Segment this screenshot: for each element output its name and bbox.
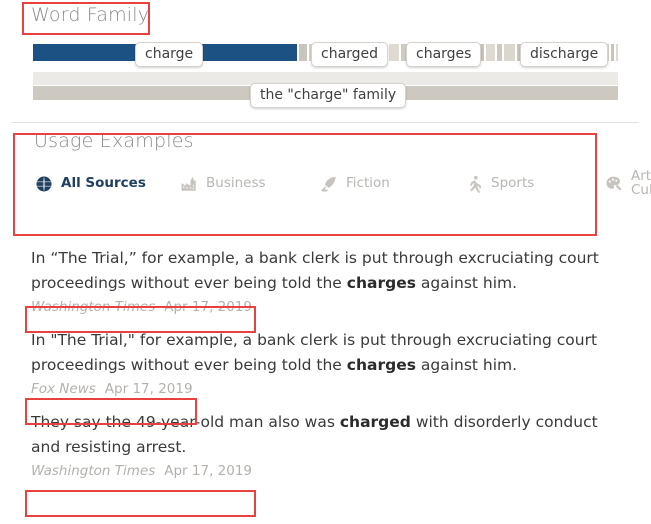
word-family-section: Word Family charge charged charges discharg… xyxy=(0,0,651,122)
example-source[interactable]: Washington Times xyxy=(31,299,155,315)
palette-icon xyxy=(604,175,623,194)
section-divider xyxy=(12,122,639,123)
tab-arts-culture[interactable]: Arts / Culture xyxy=(604,168,651,198)
word-family-title: Word Family xyxy=(31,4,150,26)
word-family-segment[interactable] xyxy=(504,44,515,61)
usage-example: In "The Trial," for example, a bank cler… xyxy=(31,328,631,398)
tab-business[interactable]: Business xyxy=(179,170,319,198)
example-keyword: charges xyxy=(346,274,416,292)
word-family-label-the-charge-family[interactable]: the "charge" family xyxy=(250,83,407,108)
example-text-post: against him. xyxy=(415,356,518,374)
example-sentence: In "The Trial," for example, a bank cler… xyxy=(31,328,631,378)
word-family-label-charged[interactable]: charged xyxy=(311,42,389,67)
example-keyword: charges xyxy=(346,356,416,374)
word-family-label-charge[interactable]: charge xyxy=(135,42,204,67)
tab-fiction[interactable]: Fiction xyxy=(319,170,464,198)
tab-label: Sports xyxy=(491,174,535,191)
word-family-segment[interactable] xyxy=(389,44,399,61)
word-family-segment[interactable] xyxy=(486,44,495,61)
word-family-segment[interactable] xyxy=(611,44,614,61)
usage-example: They say the 49-year-old man also was ch… xyxy=(31,410,631,480)
quill-icon xyxy=(319,175,338,194)
tab-sports[interactable]: Sports xyxy=(464,170,604,198)
example-citation: Washington Times Apr 17, 2019 xyxy=(31,299,252,315)
example-text-post: against him. xyxy=(415,274,518,292)
example-sentence: They say the 49-year-old man also was ch… xyxy=(31,410,631,460)
word-family-segment[interactable] xyxy=(497,44,502,61)
example-source[interactable]: Fox News xyxy=(31,381,96,397)
tab-label: All Sources xyxy=(61,174,146,191)
example-citation: Washington Times Apr 17, 2019 xyxy=(31,463,252,479)
tab-all-sources[interactable]: All Sources xyxy=(34,170,179,198)
annotation-source-3 xyxy=(25,490,256,517)
source-category-tabs: All Sources Business Fiction Sports Arts / C… xyxy=(34,169,651,198)
usage-examples-list: In “The Trial,” for example, a bank cler… xyxy=(31,246,631,492)
example-sentence: In “The Trial,” for example, a bank cler… xyxy=(31,246,631,296)
word-family-segment[interactable] xyxy=(299,44,307,61)
example-text-pre: They say the 49-year-old man also was xyxy=(31,413,340,431)
tab-label: Arts / Culture xyxy=(631,168,651,198)
word-family-label-discharge[interactable]: discharge xyxy=(520,42,609,67)
example-keyword: charged xyxy=(339,413,411,431)
example-citation: Fox News Apr 17, 2019 xyxy=(31,381,193,397)
example-date: Apr 17, 2019 xyxy=(164,299,253,315)
example-source[interactable]: Washington Times xyxy=(31,463,155,479)
usage-examples-title: Usage Examples xyxy=(34,130,194,152)
globe-icon xyxy=(34,175,53,194)
example-date: Apr 17, 2019 xyxy=(164,463,253,479)
runner-icon xyxy=(464,175,483,194)
usage-example: In “The Trial,” for example, a bank cler… xyxy=(31,246,631,316)
tab-label: Business xyxy=(206,174,266,191)
word-family-label-charges[interactable]: charges xyxy=(406,42,482,67)
example-date: Apr 17, 2019 xyxy=(104,381,193,397)
factory-icon xyxy=(179,175,198,194)
tab-label: Fiction xyxy=(346,174,390,191)
word-family-segment[interactable] xyxy=(616,44,618,61)
